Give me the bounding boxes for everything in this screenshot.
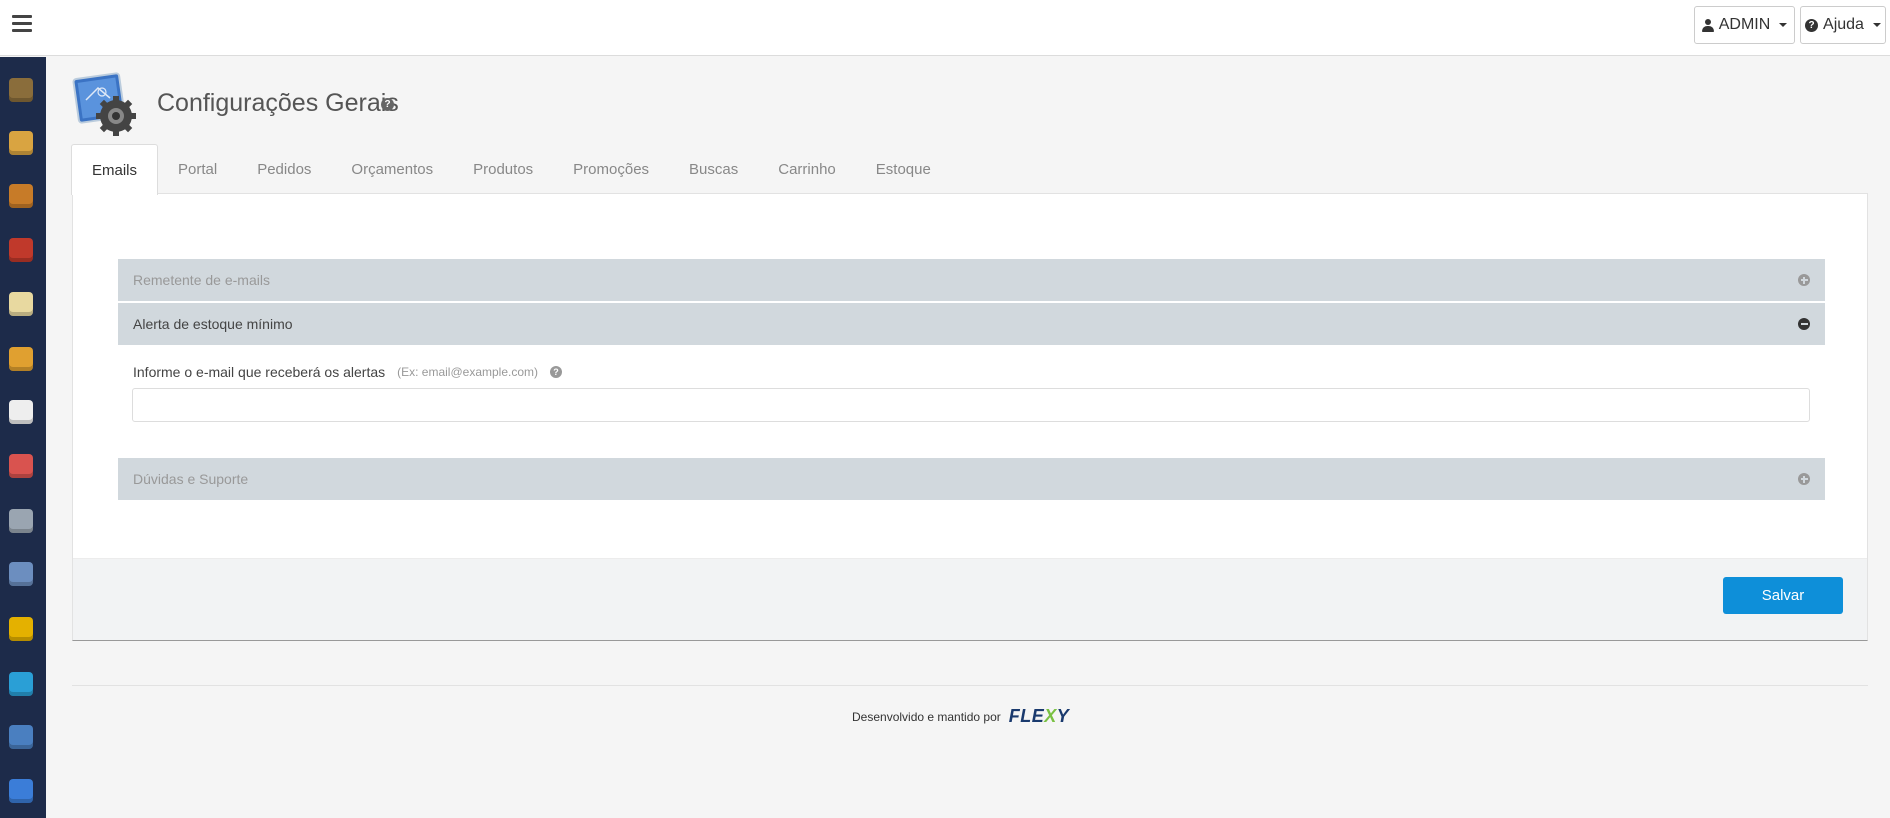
question-icon: ? — [1805, 18, 1819, 32]
settings-icon[interactable] — [9, 725, 33, 749]
chart-icon[interactable] — [9, 617, 33, 641]
footer-divider — [72, 685, 1868, 686]
accordion-support[interactable]: Dúvidas e Suporte — [118, 458, 1825, 500]
note-icon[interactable] — [9, 400, 33, 424]
email-label-text: Informe o e-mail que receberá os alertas — [133, 364, 386, 380]
tab-emails[interactable]: Emails — [71, 144, 159, 195]
tab-produtos[interactable]: Produtos — [453, 144, 553, 194]
discount-icon[interactable] — [9, 238, 33, 262]
alert-email-input[interactable] — [132, 388, 1810, 422]
footer-text: Desenvolvido e mantido por — [852, 709, 1001, 724]
person-icon[interactable] — [9, 509, 33, 533]
accordion-sender-emails[interactable]: Remetente de e-mails — [118, 259, 1825, 301]
card-icon[interactable] — [9, 292, 33, 316]
tab-promocoes[interactable]: Promoções — [553, 144, 669, 194]
collapse-minus-icon — [1798, 318, 1810, 330]
sidebar — [0, 57, 46, 818]
panel-footer: Salvar — [73, 558, 1867, 640]
email-hint-text: (Ex: email@example.com) — [397, 365, 539, 379]
tab-estoque[interactable]: Estoque — [856, 144, 951, 194]
page-title: Configurações Gerais — [157, 89, 399, 117]
user-menu-button[interactable]: ADMIN — [1694, 6, 1795, 44]
truck-icon[interactable] — [9, 347, 33, 371]
settings-tabs: Emails Portal Pedidos Orçamentos Produto… — [71, 144, 951, 195]
menu-toggle-icon[interactable] — [12, 15, 32, 33]
chevron-down-icon — [1779, 23, 1788, 27]
printer-icon[interactable] — [9, 562, 33, 586]
expand-plus-icon — [1798, 274, 1810, 286]
page-help-icon[interactable]: ? — [381, 98, 394, 111]
share-icon[interactable] — [9, 672, 33, 696]
page-footer: Desenvolvido e mantido por FLEXY — [852, 706, 1069, 727]
users-icon[interactable] — [9, 454, 33, 478]
flexy-logo[interactable]: FLEXY — [1009, 706, 1070, 727]
document-icon[interactable] — [9, 131, 33, 155]
emails-panel: Remetente de e-mails Alerta de estoque m… — [72, 193, 1868, 641]
box-icon[interactable] — [9, 78, 33, 102]
email-field-label: Informe o e-mail que receberá os alertas… — [133, 364, 563, 380]
user-icon — [1701, 18, 1714, 32]
accordion-stock-alert[interactable]: Alerta de estoque mínimo — [118, 303, 1825, 345]
tab-carrinho[interactable]: Carrinho — [758, 144, 856, 194]
settings-blueprint-logo-icon — [72, 72, 136, 136]
user-menu-label: ADMIN — [1718, 16, 1771, 33]
tab-orcamentos[interactable]: Orçamentos — [331, 144, 453, 194]
expand-plus-icon — [1798, 473, 1810, 485]
accordion-title: Dúvidas e Suporte — [133, 471, 249, 487]
tab-pedidos[interactable]: Pedidos — [237, 144, 331, 194]
top-navbar: ADMIN ? Ajuda — [0, 0, 1890, 56]
stack-icon[interactable] — [9, 184, 33, 208]
accordion-title: Remetente de e-mails — [133, 272, 270, 288]
help-menu-label: Ajuda — [1823, 16, 1864, 33]
save-button[interactable]: Salvar — [1723, 577, 1843, 614]
accordion-title: Alerta de estoque mínimo — [133, 316, 293, 332]
tab-buscas[interactable]: Buscas — [669, 144, 758, 194]
tab-portal[interactable]: Portal — [158, 144, 237, 194]
help-menu-button[interactable]: ? Ajuda — [1800, 6, 1886, 44]
chevron-down-icon — [1872, 23, 1881, 27]
help-book-icon[interactable] — [9, 779, 33, 803]
question-icon[interactable]: ? — [550, 366, 563, 378]
